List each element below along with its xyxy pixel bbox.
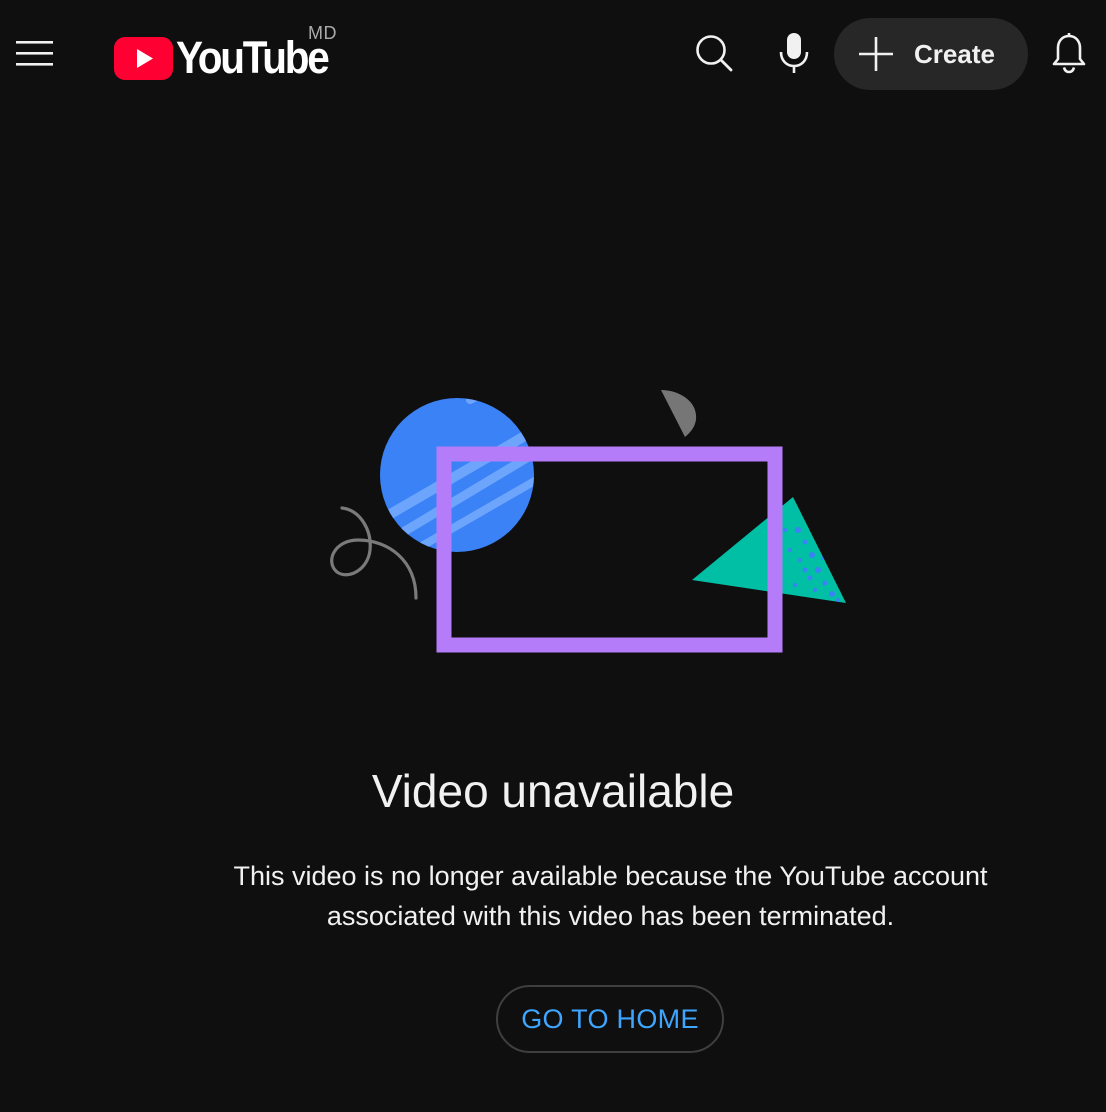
hamburger-menu-icon (16, 41, 53, 66)
gray-shape-decoration (661, 390, 697, 437)
go-to-home-button[interactable]: GO TO HOME (496, 985, 724, 1053)
menu-button[interactable] (6, 24, 64, 82)
create-button[interactable]: Create (834, 18, 1028, 90)
microphone-icon (779, 33, 809, 73)
notifications-button[interactable] (1040, 24, 1098, 82)
logo-text: YouTube (176, 32, 330, 83)
video-unavailable-illustration (330, 390, 846, 653)
top-bar: YouTube MD Create (0, 0, 1106, 108)
youtube-play-icon (114, 37, 173, 80)
bell-icon (1052, 33, 1086, 74)
blue-circle-decoration (380, 398, 534, 552)
voice-search-button[interactable] (765, 24, 823, 82)
search-icon (696, 35, 733, 72)
create-label: Create (914, 39, 995, 69)
page-title: Video unavailable (371, 765, 735, 817)
plus-icon (859, 37, 893, 71)
search-button[interactable] (685, 24, 743, 82)
country-code: MD (308, 23, 337, 43)
youtube-logo[interactable]: YouTube MD (112, 22, 352, 84)
unavailable-message: This video is no longer available becaus… (233, 861, 988, 931)
